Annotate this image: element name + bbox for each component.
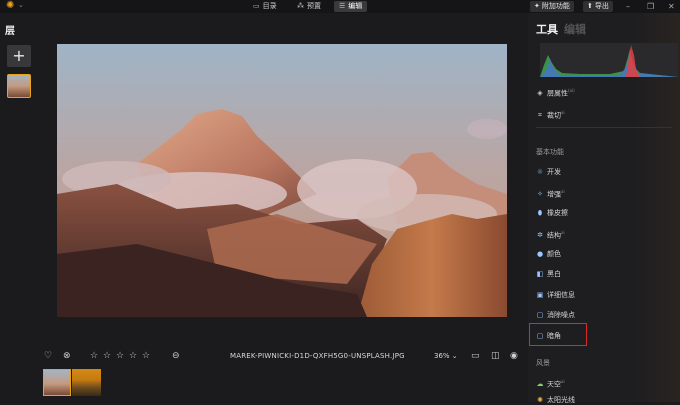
sun-icon: ☼ [536, 168, 544, 176]
tool-sky[interactable]: ☁ 天空ai [536, 377, 565, 389]
details-icon: ▣ [536, 291, 544, 299]
export-button[interactable]: ⬆ 导出 [583, 1, 613, 12]
layers-title: 层 [5, 26, 15, 37]
eraser-icon: ⬮ [537, 209, 543, 217]
more-options-icon[interactable]: ⊖ [172, 351, 180, 361]
close-icon[interactable]: ✕ [668, 1, 675, 12]
minimize-icon[interactable]: – [626, 1, 630, 12]
tab-edit[interactable]: ☰ 编辑 [334, 1, 368, 12]
filmstrip-thumb-golden[interactable] [72, 369, 101, 396]
presets-icon: ⁂ [297, 2, 304, 10]
section-landscape: 风景 [536, 359, 550, 367]
tool-details[interactable]: ▣ 详细信息 [536, 290, 575, 300]
section-basic: 基本功能 [536, 148, 564, 156]
denoise-icon: ▢ [536, 311, 544, 319]
star-2-icon[interactable]: ☆ [103, 351, 111, 361]
tool-sunrays[interactable]: ✺ 太阳光线 [536, 395, 575, 405]
heart-icon[interactable]: ♡ [44, 351, 52, 361]
layers-icon: ◈ [537, 89, 543, 98]
tab-catalog[interactable]: ▭ 目录 [248, 1, 282, 12]
zoom-level[interactable]: 36% ⌄ [434, 352, 458, 360]
app-logo-icon[interactable]: ✺ [6, 1, 16, 11]
addons-button[interactable]: ✦ 附加功能 [530, 1, 574, 12]
vignette-highlight-box [529, 323, 587, 346]
upload-icon: ⬆ [587, 2, 593, 10]
tool-denoise[interactable]: ▢ 消除噪点 [536, 310, 575, 320]
tool-black-white[interactable]: ◧ 黑白 [536, 269, 561, 279]
tool-eraser[interactable]: ⬮ 橡皮擦 [536, 208, 568, 218]
tool-color[interactable]: ● 颜色 [536, 249, 561, 259]
top-bar: ✺ ⌄ ▭ 目录 ⁂ 预置 ☰ 编辑 ✦ 附加功能 ⬆ 导出 – ❐ ✕ [0, 0, 680, 13]
compare-icon[interactable]: ◫ [491, 351, 500, 361]
add-layer-button[interactable]: + [7, 45, 31, 67]
filmstrip-toggle-icon[interactable]: ▭ [471, 351, 480, 361]
tool-layer-properties[interactable]: ◈ 层属性(ai) [536, 86, 574, 98]
photo-canvas[interactable] [57, 44, 507, 317]
crop-icon: ⌗ [538, 111, 542, 120]
reject-icon[interactable]: ⊗ [63, 351, 71, 361]
chevron-down-icon[interactable]: ⌄ [18, 1, 24, 9]
tool-crop[interactable]: ⌗ 裁切ai [536, 108, 565, 120]
sparkle-icon: ✧ [537, 190, 543, 199]
divider [536, 127, 672, 128]
bw-icon: ◧ [536, 270, 544, 278]
photo-filename: MAREK-PIWNICKI-D1D-QXFH5G0-UNSPLASH.JPG [230, 352, 405, 360]
histogram [540, 43, 678, 77]
color-icon: ● [536, 250, 544, 258]
plus-sparkle-icon: ✦ [534, 2, 540, 10]
sunrays-icon: ✺ [537, 396, 543, 404]
tool-structure[interactable]: ✲ 结构ai [536, 228, 565, 240]
sliders-icon: ☰ [339, 2, 346, 10]
tab-tools[interactable]: 工具 [536, 21, 558, 37]
preview-eye-icon[interactable]: ◉ [510, 351, 518, 361]
star-1-icon[interactable]: ☆ [90, 351, 98, 361]
filmstrip-thumb-mountain[interactable] [43, 369, 71, 396]
cloud-icon: ☁ [536, 380, 544, 389]
star-5-icon[interactable]: ☆ [142, 351, 150, 361]
tab-edit-panel[interactable]: 编辑 [564, 21, 586, 37]
restore-icon[interactable]: ❐ [647, 1, 654, 12]
tab-presets[interactable]: ⁂ 预置 [292, 1, 326, 12]
tool-enhance[interactable]: ✧ 增强ai [536, 187, 565, 199]
star-4-icon[interactable]: ☆ [129, 351, 137, 361]
folder-icon: ▭ [253, 2, 260, 10]
mountain-photo [57, 44, 507, 317]
star-3-icon[interactable]: ☆ [116, 351, 124, 361]
layer-thumbnail[interactable] [7, 74, 31, 98]
structure-icon: ✲ [537, 231, 543, 240]
tool-develop[interactable]: ☼ 开发 [536, 167, 561, 177]
